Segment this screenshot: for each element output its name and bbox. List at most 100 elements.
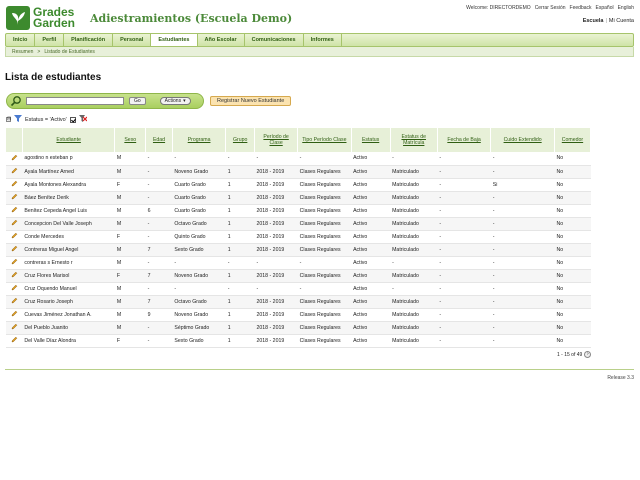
table-row[interactable]: Cuevas Jiménez Jonathan A. M 9 Noveno Grado…	[6, 308, 591, 322]
col-cuido-extendido[interactable]: Cuido Extendido	[490, 128, 555, 152]
col-edad[interactable]: Edad	[145, 128, 173, 152]
table-row[interactable]: Del Valle Díaz Alondra F - Sexto Grado 1 2018…	[6, 334, 591, 348]
col-grupo[interactable]: Grupo	[225, 128, 256, 152]
tab-personal[interactable]: Personal	[113, 34, 152, 46]
col-estudiante[interactable]: Estudiante	[22, 128, 116, 152]
table-row[interactable]: agostino n esteban p M - - - - - Activo - - - No	[6, 152, 591, 166]
tab-inicio[interactable]: Inicio	[6, 34, 36, 46]
cell-estudiante[interactable]: contreras s Ernesto r	[22, 256, 115, 270]
cell-fecha-baja: -	[437, 152, 491, 166]
go-button[interactable]: Go	[129, 97, 146, 105]
col-estatus[interactable]: Estatus	[351, 128, 391, 152]
pencil-icon[interactable]	[11, 219, 18, 226]
cell-programa: Séptimo Grado	[172, 321, 226, 335]
table-row[interactable]: Ayala Montones Alexandra F - Cuarto Grado 1 2…	[6, 178, 591, 192]
pencil-icon[interactable]	[11, 323, 18, 330]
cell-cuido: -	[490, 321, 555, 335]
collapse-icon[interactable]: ⊟	[6, 117, 11, 122]
cell-estatus: Activo	[351, 165, 391, 179]
cell-estudiante[interactable]: Contreras Miguel Angel	[22, 243, 115, 257]
pencil-icon[interactable]	[11, 154, 18, 161]
table-row[interactable]: Del Pueblo Juanito M - Séptimo Grado 1 2018 -…	[6, 321, 591, 335]
table-row[interactable]: Cruz Rosario Joseph M 7 Octavo Grado 1 2018 -…	[6, 295, 591, 309]
cell-estudiante[interactable]: Concepcion Del Valle Joseph	[22, 217, 115, 231]
cell-comedor: No	[554, 295, 591, 309]
cell-grupo: -	[225, 282, 255, 296]
table-row[interactable]: contreras s Ernesto r M - - - - - Activo - - - No	[6, 256, 591, 270]
filter-enabled-checkbox[interactable]	[69, 116, 76, 123]
register-student-button[interactable]: Registrar Nuevo Estudiante	[210, 96, 292, 106]
logout-link[interactable]: Cerrar Sesión	[535, 5, 566, 11]
cell-estudiante[interactable]: Conde Mercedes	[22, 230, 115, 244]
cell-estudiante[interactable]: Cruz Rosario Joseph	[22, 295, 115, 309]
pencil-icon[interactable]	[11, 180, 18, 187]
cell-estudiante[interactable]: agostino n esteban p	[22, 152, 115, 166]
search-input[interactable]	[26, 97, 124, 105]
pencil-icon[interactable]	[11, 232, 18, 239]
col-programa[interactable]: Programa	[172, 128, 227, 152]
tab-perfil[interactable]: Perfil	[35, 34, 65, 46]
edit-cell	[6, 295, 23, 309]
spanish-link[interactable]: Español	[596, 5, 614, 11]
english-link[interactable]: English	[618, 5, 634, 11]
tab-comunicaciones[interactable]: Comunicaciones	[245, 34, 304, 46]
cell-estudiante[interactable]: Del Valle Díaz Alondra	[22, 334, 115, 348]
breadcrumb-root[interactable]: Resumen	[12, 49, 33, 55]
tab-estudiantes[interactable]: Estudiantes	[151, 34, 198, 46]
cell-tipo-periodo: Clases Regulares	[297, 204, 352, 218]
cell-estudiante[interactable]: Báez Benítez Derik	[22, 191, 115, 205]
school-link[interactable]: Escuela	[583, 18, 604, 24]
table-row[interactable]: Concepcion Del Valle Joseph M - Octavo Grad…	[6, 217, 591, 231]
cell-grupo: 1	[225, 217, 255, 231]
cell-estatus: Activo	[351, 230, 391, 244]
cell-estudiante[interactable]: Cuevas Jiménez Jonathan A.	[22, 308, 115, 322]
edit-cell	[6, 191, 23, 205]
my-account-link[interactable]: Mi Cuenta	[609, 18, 634, 24]
col-fecha-baja[interactable]: Fecha de Baja	[437, 128, 492, 152]
grades-garden-logo[interactable]: Grades Garden	[6, 4, 86, 31]
pencil-icon[interactable]	[11, 245, 18, 252]
account-separator: |	[605, 18, 607, 24]
cell-estudiante[interactable]: Ayala Montones Alexandra	[22, 178, 115, 192]
table-row[interactable]: Ayala Martínez Arned M - Noveno Grado 1 2018 …	[6, 165, 591, 179]
cell-sexo: F	[114, 269, 146, 283]
tab-ano-escolar[interactable]: Año Escolar	[198, 34, 245, 46]
table-row[interactable]: Cruz Oquendo Manuel M - - - - - Activo - - - No	[6, 282, 591, 296]
remove-filter-icon[interactable]	[78, 115, 88, 124]
table-row[interactable]: Contreras Miguel Angel M 7 Sexto Grado 1 2018…	[6, 243, 591, 257]
cell-estudiante[interactable]: Cruz Oquendo Manuel	[22, 282, 115, 296]
next-page-icon[interactable]: ›	[584, 351, 592, 358]
pager-text: 1 - 15 of 49	[557, 351, 583, 358]
pencil-icon[interactable]	[11, 258, 18, 265]
pencil-icon[interactable]	[11, 167, 18, 174]
table-row[interactable]: Báez Benítez Derik M - Cuarto Grado 1 2018 - …	[6, 191, 591, 205]
actions-button[interactable]: Actions ▾	[159, 97, 191, 105]
pencil-icon[interactable]	[11, 336, 18, 343]
cell-estudiante[interactable]: Cruz Flores Marisol	[22, 269, 115, 283]
col-periodo-clase[interactable]: Período de Clase	[254, 128, 299, 152]
cell-estudiante[interactable]: Ayala Martínez Arned	[22, 165, 115, 179]
pencil-icon[interactable]	[11, 206, 18, 213]
tab-informes[interactable]: Informes	[304, 34, 342, 46]
col-sexo[interactable]: Sexo	[114, 128, 147, 152]
cell-estudiante[interactable]: Benítez Cepeda Angel Luis	[22, 204, 115, 218]
cell-estudiante[interactable]: Del Pueblo Juanito	[22, 321, 115, 335]
pencil-icon[interactable]	[11, 271, 18, 278]
table-row[interactable]: Cruz Flores Marisol F 7 Noveno Grado 1 2018 -…	[6, 269, 591, 283]
pencil-icon[interactable]	[11, 297, 18, 304]
tab-planificacion[interactable]: Planificación	[64, 34, 114, 46]
col-comedor[interactable]: Comedor	[554, 128, 592, 152]
table-row[interactable]: Benítez Cepeda Angel Luis M 6 Cuarto Grado 1…	[6, 204, 591, 218]
cell-periodo: 2018 - 2019	[254, 295, 298, 309]
pencil-icon[interactable]	[11, 193, 18, 200]
feedback-link[interactable]: Feedback	[570, 5, 592, 11]
cell-tipo-periodo: Clases Regulares	[297, 165, 352, 179]
pencil-icon[interactable]	[11, 310, 18, 317]
col-estatus-matricula[interactable]: Estatus de Matrícula	[390, 128, 438, 152]
welcome-text: Welcome: DIRECTORDEMO	[466, 5, 531, 11]
filter-label[interactable]: Estatus = 'Activo'	[25, 117, 67, 123]
pencil-icon[interactable]	[11, 284, 18, 291]
col-tipo-periodo[interactable]: Tipo Período Clase	[297, 128, 352, 152]
table-row[interactable]: Conde Mercedes F - Quinto Grado 1 2018 - 2019…	[6, 230, 591, 244]
cell-grupo: 1	[225, 178, 255, 192]
